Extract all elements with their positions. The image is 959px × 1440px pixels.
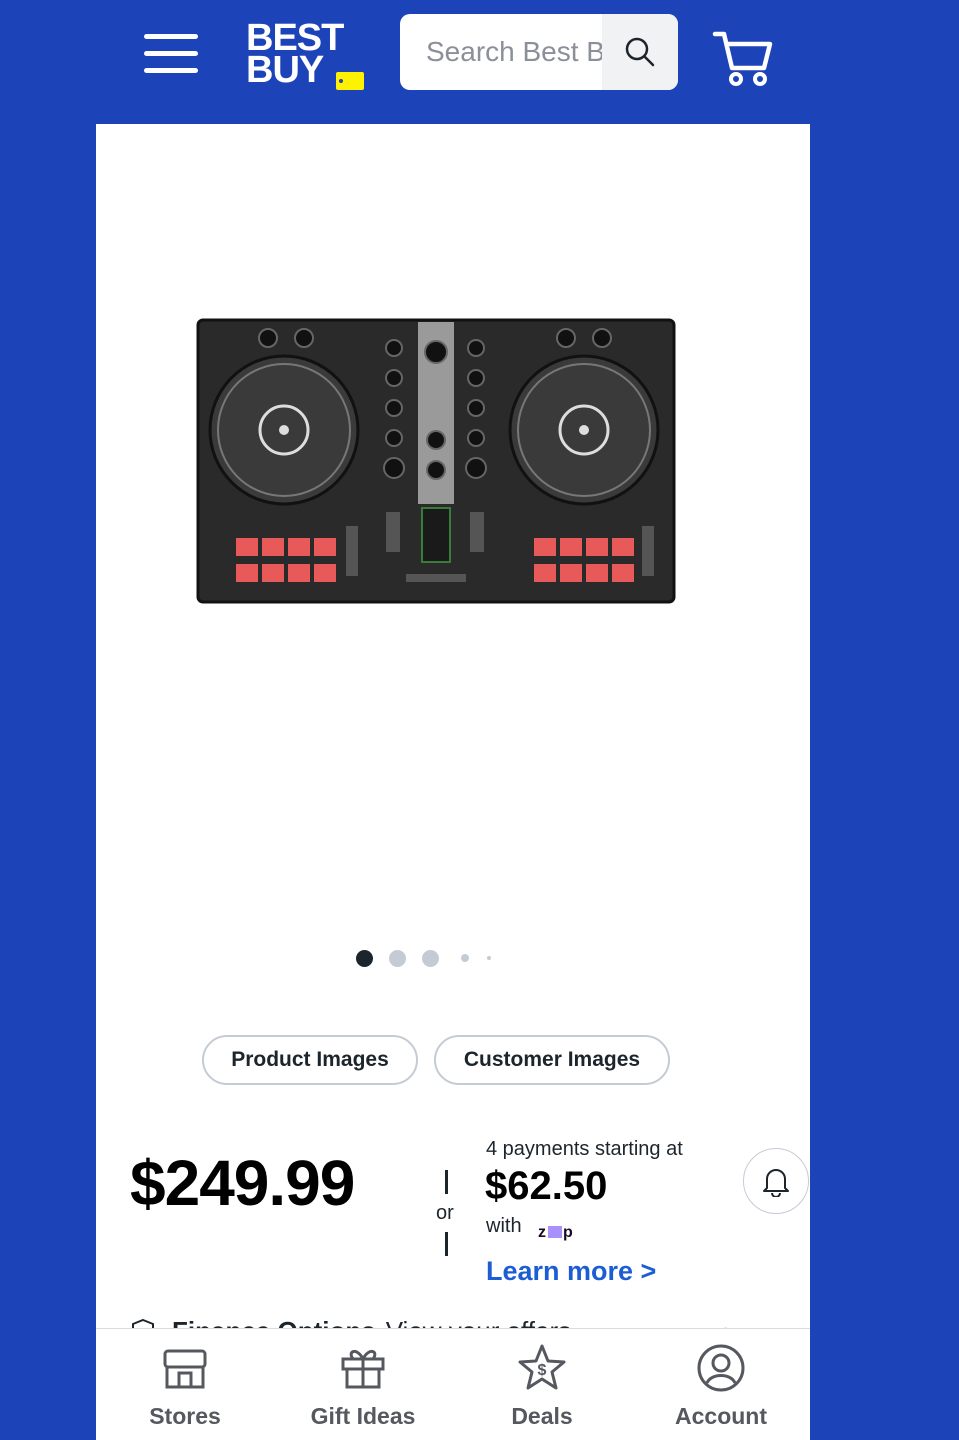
- carousel-dot[interactable]: [487, 956, 491, 960]
- logo-tag-icon: [336, 72, 364, 90]
- shield-icon: [132, 1318, 154, 1328]
- search-icon: [625, 37, 655, 67]
- nav-label: Deals: [511, 1403, 573, 1429]
- account-icon: [697, 1344, 745, 1392]
- product-price: $249.99: [130, 1147, 355, 1219]
- nav-label: Stores: [149, 1403, 221, 1429]
- with-label: with: [486, 1215, 522, 1237]
- nav-icon-container: $: [472, 1343, 612, 1393]
- cart-icon: [712, 31, 773, 86]
- finance-options-content: Finance Options View your offers: [130, 1316, 571, 1328]
- search-button[interactable]: [602, 14, 678, 90]
- carousel-dot[interactable]: [356, 949, 373, 967]
- payments-label: 4 payments starting at: [486, 1138, 683, 1160]
- dj-controller-image: [196, 318, 676, 604]
- product-panel: Product Images Customer Images $249.99 o…: [96, 124, 810, 1440]
- cart-button[interactable]: [712, 28, 774, 88]
- finance-offers-text: View your offers: [386, 1316, 571, 1328]
- menu-icon: [144, 34, 198, 39]
- chevron-right-icon: ›: [723, 1316, 732, 1328]
- carousel-dot[interactable]: [389, 949, 406, 967]
- zip-logo-text-end: p: [563, 1224, 574, 1241]
- menu-icon-bar: [144, 51, 198, 56]
- carousel-dot[interactable]: [422, 949, 439, 967]
- customer-images-button[interactable]: Customer Images: [434, 1035, 670, 1085]
- product-images-button[interactable]: Product Images: [202, 1035, 418, 1085]
- carousel-dot[interactable]: [461, 954, 469, 962]
- zip-logo-mark: [548, 1226, 562, 1238]
- price-divider-bottom: [445, 1232, 448, 1256]
- zip-logo-text: z: [538, 1224, 547, 1241]
- price-divider-top: [445, 1170, 448, 1194]
- logo-text: BEST BUY: [246, 17, 344, 91]
- nav-gift-ideas[interactable]: Gift Ideas: [293, 1329, 433, 1440]
- menu-icon-bar: [144, 68, 198, 73]
- nav-stores[interactable]: Stores: [115, 1329, 255, 1440]
- site-header: BEST BUY: [0, 0, 959, 124]
- nav-label: Account: [675, 1403, 767, 1429]
- or-label: or: [436, 1202, 454, 1224]
- gift-icon: [341, 1350, 385, 1389]
- product-image[interactable]: [196, 316, 676, 606]
- nav-icon-container: [293, 1343, 433, 1391]
- nav-icon-container: [651, 1343, 791, 1393]
- carousel-dots: [356, 948, 507, 968]
- payment-amount: $62.50: [485, 1164, 608, 1208]
- svg-text:$: $: [538, 1362, 547, 1379]
- bottom-navigation: Stores Gift Ideas $ Deals Account: [96, 1328, 810, 1440]
- best-buy-logo[interactable]: BEST BUY: [246, 17, 366, 94]
- nav-account[interactable]: Account: [651, 1329, 791, 1440]
- price-alert-button[interactable]: [743, 1148, 809, 1214]
- zip-logo: zp: [538, 1224, 590, 1242]
- learn-more-link[interactable]: Learn more >: [486, 1256, 656, 1287]
- nav-label: Gift Ideas: [310, 1403, 416, 1429]
- nav-icon-container: [115, 1343, 255, 1391]
- finance-options-row[interactable]: Finance Options View your offers ›: [130, 1312, 776, 1328]
- menu-button[interactable]: [142, 30, 200, 78]
- deals-icon: $: [518, 1344, 566, 1390]
- store-icon: [163, 1349, 207, 1389]
- search-input[interactable]: [400, 14, 602, 90]
- finance-options-title: Finance Options: [172, 1316, 376, 1328]
- nav-deals[interactable]: $ Deals: [472, 1329, 612, 1440]
- search-bar: [400, 14, 678, 90]
- bell-icon: [763, 1169, 789, 1197]
